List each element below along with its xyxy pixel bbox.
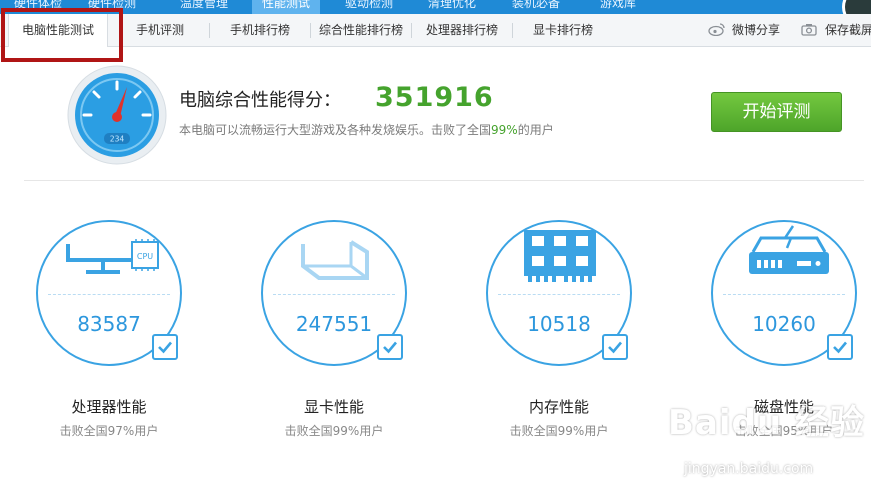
gpu-score: 247551 <box>295 312 373 336</box>
tab-separator <box>209 23 210 38</box>
memory-label: 内存性能 <box>528 398 589 416</box>
nav-item-essentials[interactable]: 装机必备 <box>512 0 560 11</box>
subtitle-percent: 99% <box>491 123 518 137</box>
memory-icon <box>524 230 596 282</box>
gauge-label: 234 <box>110 135 125 144</box>
circle-divider <box>273 294 395 295</box>
disk-icon <box>749 225 829 274</box>
tab-gpu-ranking[interactable]: 显卡排行榜 <box>533 14 593 46</box>
cpu-rank: 击败全国97%用户 <box>59 424 159 438</box>
score-subtitle: 本电脑可以流畅运行大型游戏及各种发烧娱乐。击败了全国99%的用户 <box>179 121 554 138</box>
score-title: 电脑综合性能得分： <box>179 90 341 111</box>
subtitle-text-end: 的用户 <box>517 123 554 137</box>
weibo-share-button[interactable]: 微博分享 <box>708 14 780 46</box>
check-icon <box>158 341 172 354</box>
tab-separator <box>310 23 311 38</box>
tab-separator <box>411 23 412 38</box>
checkbox-checked[interactable] <box>602 334 628 360</box>
speedometer-icon: 234 <box>67 65 167 165</box>
circle-divider <box>498 294 620 295</box>
memory-rank: 击败全国99%用户 <box>509 424 609 438</box>
nav-item-driver[interactable]: 驱动检测 <box>345 0 393 11</box>
checkbox-checked[interactable] <box>827 334 853 360</box>
circle-divider <box>723 294 845 295</box>
divider <box>24 180 864 181</box>
checkbox-checked[interactable] <box>152 334 178 360</box>
svg-text:CPU: CPU <box>137 252 153 261</box>
nav-item-temperature[interactable]: 温度管理 <box>180 0 228 11</box>
subtitle-text: 本电脑可以流畅运行大型游戏及各种发烧娱乐。击败了全国 <box>179 123 492 137</box>
check-icon <box>608 341 622 354</box>
disk-score: 10260 <box>752 312 816 336</box>
watermark-url: jingyan.baidu.com <box>684 461 814 477</box>
check-icon <box>833 341 847 354</box>
start-test-button[interactable]: 开始评测 <box>711 92 842 132</box>
save-screenshot-label: 保存截屏 <box>825 23 871 37</box>
nav-item-games[interactable]: 游戏库 <box>600 0 636 11</box>
cpu-icon: CPU <box>66 239 159 274</box>
tab-overall-ranking[interactable]: 综合性能排行榜 <box>319 14 403 46</box>
weibo-share-label: 微博分享 <box>732 23 781 37</box>
tab-phone-review[interactable]: 手机评测 <box>136 14 184 46</box>
checkbox-checked[interactable] <box>377 334 403 360</box>
tab-phone-ranking[interactable]: 手机排行榜 <box>230 14 290 46</box>
gpu-rank: 击败全国99%用户 <box>284 424 384 438</box>
tab-separator <box>512 23 513 38</box>
save-screenshot-button[interactable]: 保存截屏 <box>801 14 871 46</box>
memory-score: 10518 <box>527 312 591 336</box>
top-nav: 硬件体检 硬件检测 温度管理 性能测试 驱动检测 清理优化 装机必备 游戏库 <box>0 0 871 14</box>
cpu-label: 处理器性能 <box>71 398 147 416</box>
overall-score: 351916 <box>375 82 494 113</box>
circle-divider <box>48 294 170 295</box>
weibo-icon <box>708 23 725 37</box>
watermark-logo: Baidu 经验 <box>668 403 865 443</box>
highlight-box <box>1 8 123 62</box>
nav-item-performance[interactable]: 性能测试 <box>252 0 321 14</box>
tab-cpu-ranking[interactable]: 处理器排行榜 <box>426 14 498 46</box>
gpu-label: 显卡性能 <box>303 398 364 416</box>
gpu-icon <box>301 240 369 280</box>
camera-icon <box>801 24 817 36</box>
cpu-score: 83587 <box>77 312 141 336</box>
nav-item-cleanup[interactable]: 清理优化 <box>428 0 476 11</box>
check-icon <box>383 341 397 354</box>
